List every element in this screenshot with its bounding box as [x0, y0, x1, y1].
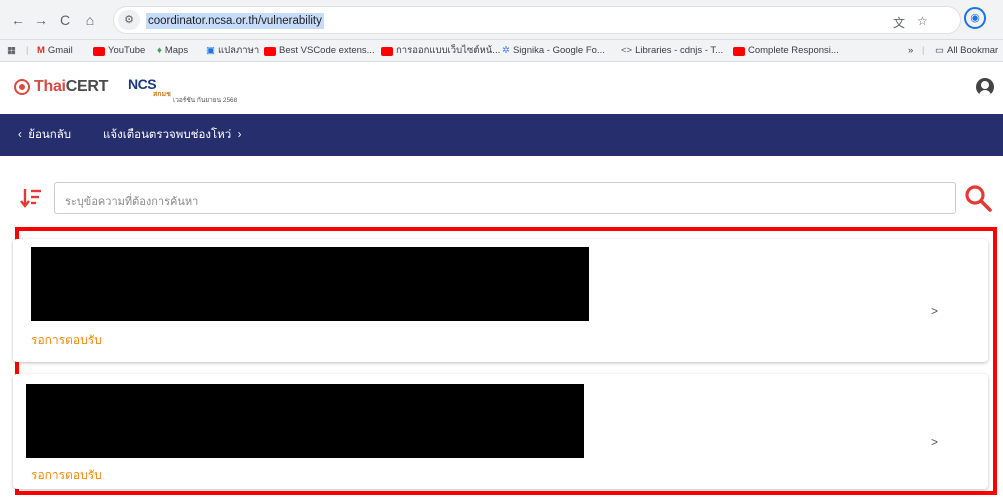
bookmark-gmail[interactable]: M Gmail [37, 44, 73, 58]
chevron-right-icon: › [237, 129, 242, 141]
redacted-content [26, 384, 584, 458]
gmail-icon: M [37, 45, 45, 56]
status-label: รอการตอบรับ [31, 468, 102, 482]
ncsa-logo-sub: สกมช [153, 91, 171, 98]
reload-icon[interactable]: C [55, 10, 75, 30]
bookmark-separator: | [922, 45, 925, 56]
chevron-right-icon[interactable]: > [931, 304, 938, 318]
forward-arrow-icon[interactable]: → [31, 10, 51, 30]
list-item[interactable]: รอการตอบรับ > [13, 239, 988, 362]
youtube-icon [264, 46, 276, 56]
google-fonts-icon: ✲ [502, 45, 510, 56]
translate-page-icon[interactable]: 文 [893, 14, 905, 31]
bookmarks-bar: ▦ | M Gmail YouTube ♦ Maps ▣ แปลภาษา Best V… [0, 40, 1003, 62]
profile-avatar-icon[interactable]: ◉ [964, 7, 986, 29]
list-item[interactable]: รอการตอบรับ > [13, 374, 988, 489]
bookmark-translate[interactable]: ▣ แปลภาษา [206, 44, 259, 58]
back-button[interactable]: ‹ ย้อนกลับ [18, 128, 71, 142]
url-text[interactable]: coordinator.ncsa.or.th/vulnerability [146, 13, 324, 29]
bookmark-cdnjs[interactable]: <> Libraries - cdnjs - T... [621, 44, 723, 58]
all-bookmarks-button[interactable]: ▭ All Bookmar [935, 44, 998, 58]
thaicert-emblem-icon [14, 79, 30, 95]
bookmark-youtube[interactable]: YouTube [93, 44, 145, 58]
bookmark-separator: | [26, 45, 29, 56]
chevron-right-icon[interactable]: > [931, 435, 938, 449]
bookmark-signika[interactable]: ✲ Signika - Google Fo... [502, 44, 605, 58]
site-info-icon[interactable]: ⚙ [118, 10, 140, 30]
code-icon: <> [621, 45, 633, 56]
redacted-content [31, 247, 589, 321]
breadcrumb-navbar: ‹ ย้อนกลับ แจ้งเตือนตรวจพบช่องโหว่ › [0, 114, 1003, 156]
sort-order-icon[interactable] [20, 187, 42, 209]
address-bar[interactable]: ⚙ coordinator.ncsa.or.th/vulnerability 文… [113, 6, 961, 34]
back-arrow-icon[interactable]: ← [8, 10, 28, 30]
thaicert-logo[interactable]: ThaiCERT [14, 78, 108, 96]
bookmark-responsive-video[interactable]: Complete Responsi... [733, 44, 839, 58]
browser-toolbar: ← → C ⌂ ⚙ coordinator.ncsa.or.th/vulnera… [0, 0, 1003, 40]
apps-grid-icon[interactable]: ▦ [7, 44, 16, 58]
version-label: เวอร์ชัน กันยายน 2568 [173, 97, 238, 104]
youtube-icon [381, 46, 393, 56]
search-input[interactable]: ระบุข้อความที่ต้องการค้นหา [54, 182, 956, 214]
youtube-icon [733, 46, 745, 56]
app-header: ThaiCERT NCS สกมช เวอร์ชัน กันยายน 2568 [0, 62, 1003, 114]
user-account-icon[interactable] [976, 78, 994, 96]
youtube-icon [93, 46, 105, 56]
bookmark-web-design-video[interactable]: การออกแบบเว็บไซต์หน้... [381, 44, 500, 58]
status-label: รอการตอบรับ [31, 333, 102, 347]
chevron-left-icon: ‹ [18, 129, 22, 141]
folder-icon: ▭ [935, 45, 944, 56]
maps-icon: ♦ [157, 45, 162, 56]
home-icon[interactable]: ⌂ [80, 10, 100, 30]
star-bookmark-icon[interactable]: ☆ [917, 14, 928, 28]
bookmark-vscode-video[interactable]: Best VSCode extens... [264, 44, 375, 58]
translate-icon: ▣ [206, 45, 215, 56]
ncsa-logo[interactable]: NCS [128, 76, 157, 92]
search-row: ระบุข้อความที่ต้องการค้นหา [0, 170, 1003, 220]
search-icon[interactable] [964, 184, 992, 212]
search-placeholder: ระบุข้อความที่ต้องการค้นหา [65, 196, 199, 208]
bookmark-maps[interactable]: ♦ Maps [157, 44, 188, 58]
breadcrumb-vulnerability-alert[interactable]: แจ้งเตือนตรวจพบช่องโหว่ › [103, 128, 241, 142]
bookmarks-overflow-button[interactable]: » [908, 44, 913, 58]
